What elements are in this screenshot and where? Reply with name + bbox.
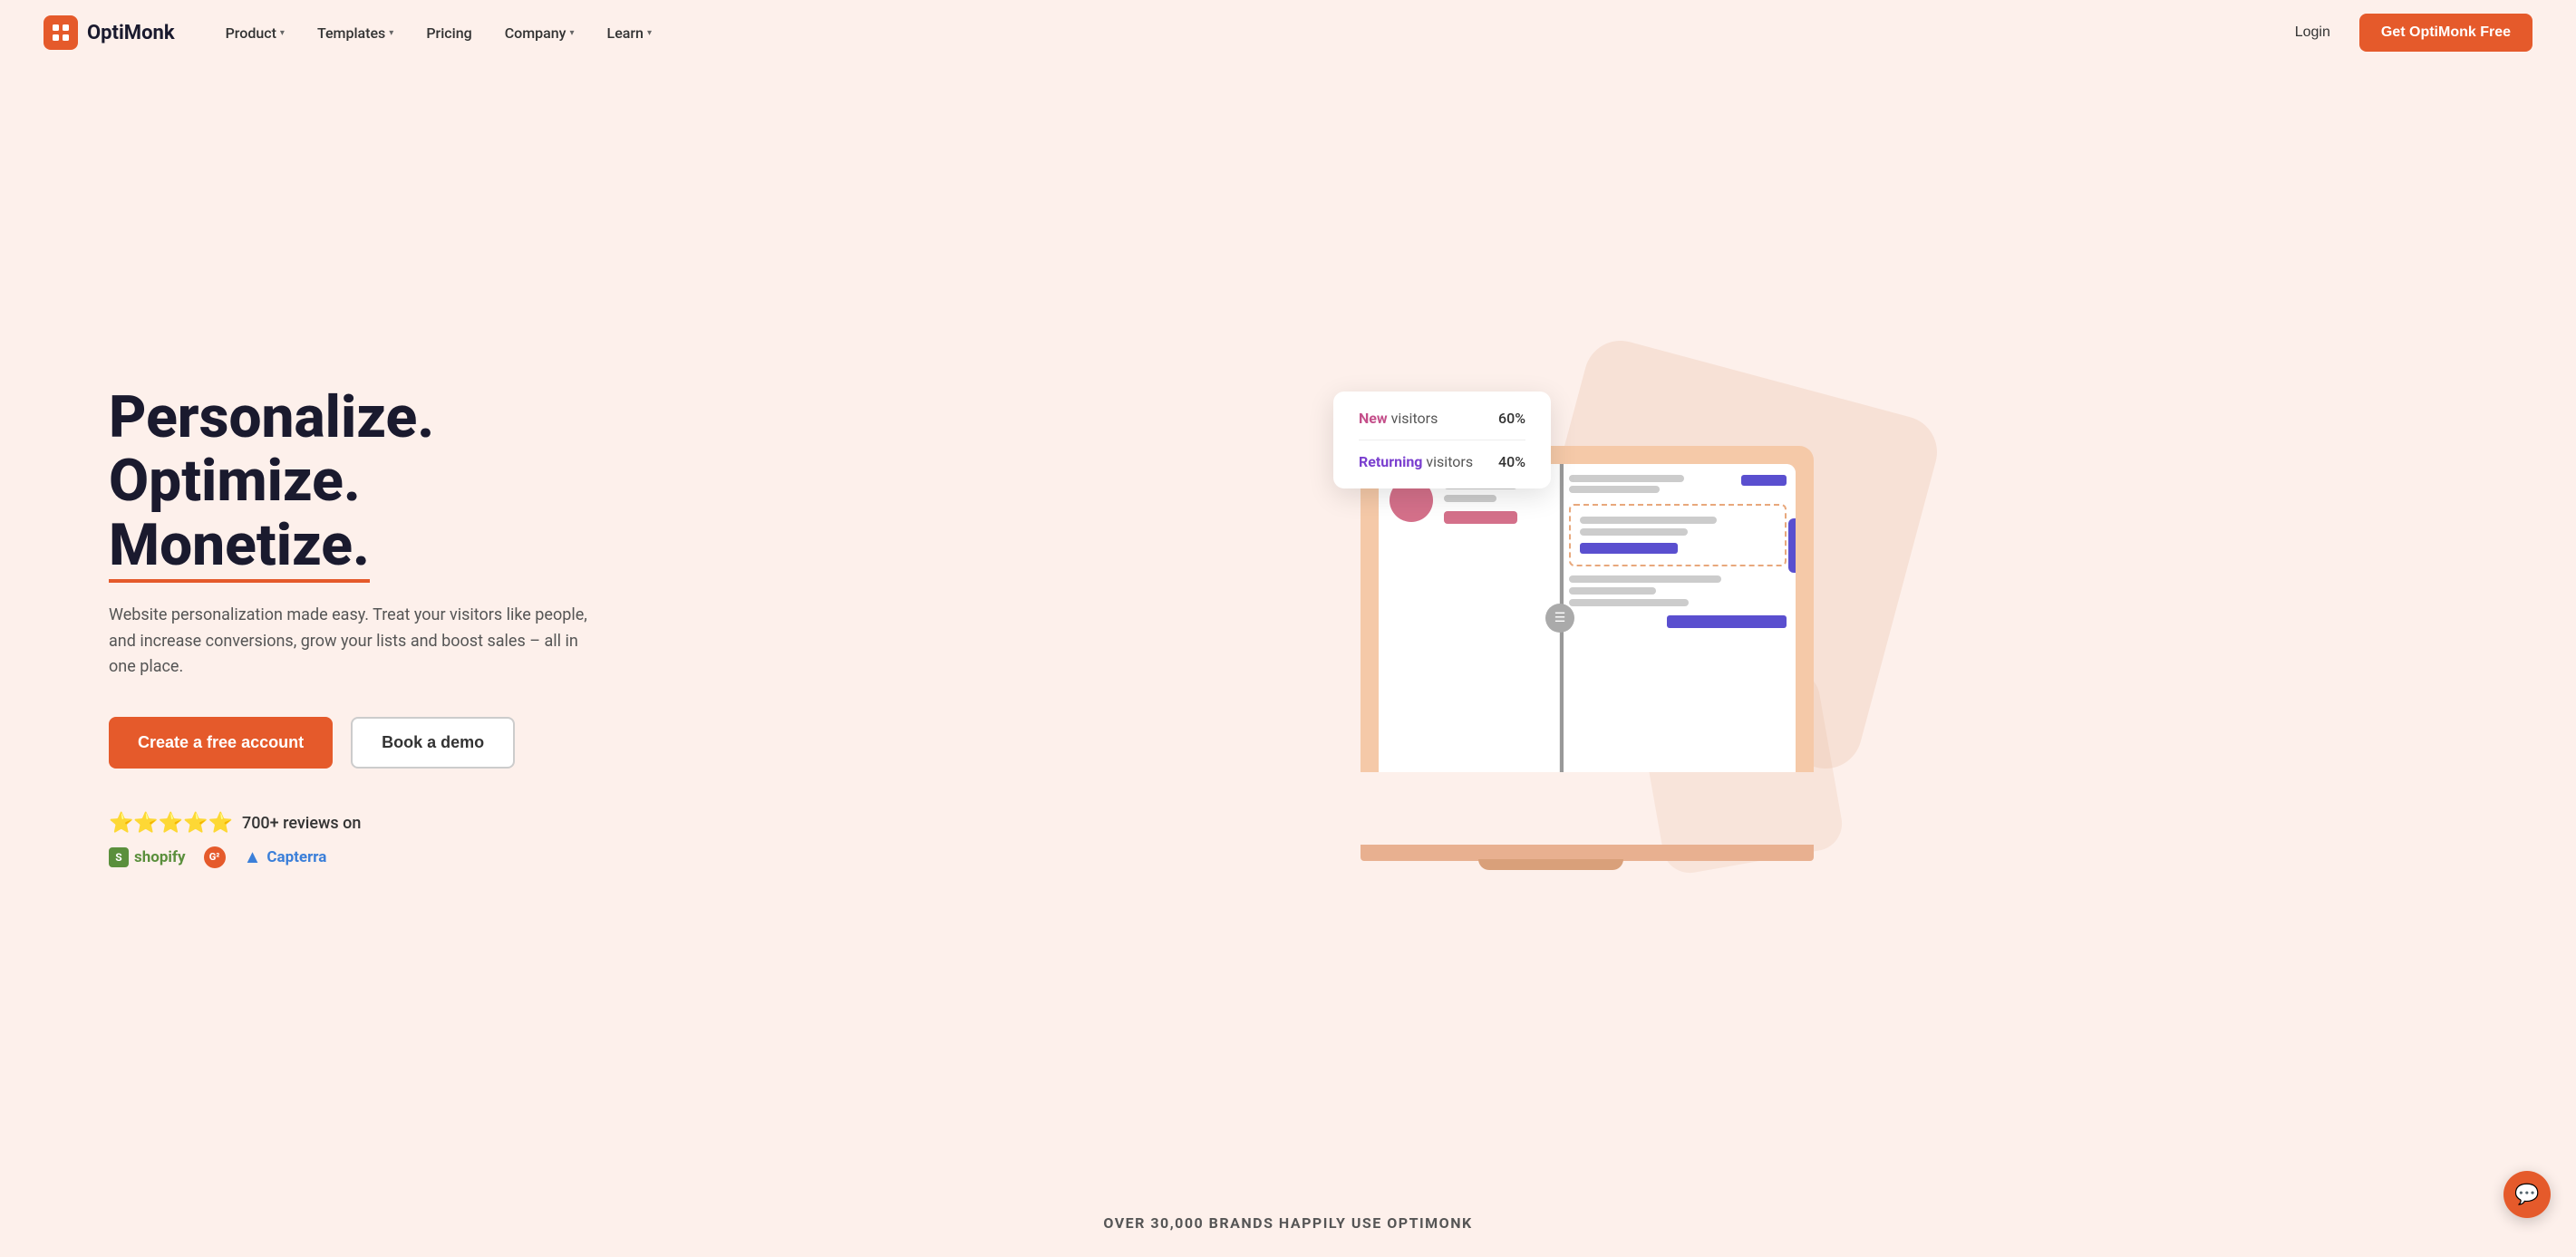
capterra-label: Capterra — [266, 848, 326, 866]
bottom-line-2 — [1569, 587, 1656, 595]
stats-new-value: 60% — [1498, 410, 1525, 427]
pink-btn — [1444, 511, 1517, 524]
header-line-2 — [1569, 486, 1660, 493]
logo-icon — [44, 15, 78, 50]
header-lines — [1569, 475, 1734, 493]
stats-row-new: New visitors 60% — [1359, 410, 1525, 427]
hero-title: Personalize. Optimize. Monetize. — [109, 386, 671, 577]
capterra-icon: ▲ — [244, 846, 262, 868]
divider-circle-icon — [1545, 604, 1574, 633]
bottom-section-lines — [1569, 575, 1787, 606]
hero-subtitle: Website personalization made easy. Treat… — [109, 603, 598, 681]
hero-right: New visitors 60% Returning visitors 40% — [671, 410, 2503, 845]
brand-name: OptiMonk — [87, 22, 175, 44]
stats-new-label: New visitors — [1359, 410, 1438, 427]
laptop-foot — [1478, 859, 1623, 870]
dashed-lines — [1580, 517, 1776, 536]
nav-item-product[interactable]: Product ▾ — [211, 17, 299, 49]
get-optimonk-free-button[interactable]: Get OptiMonk Free — [2359, 14, 2532, 52]
g2-badge[interactable]: G² — [204, 846, 226, 868]
stats-returning-value: 40% — [1498, 453, 1525, 470]
chat-icon: 💬 — [2514, 1184, 2539, 1206]
chevron-down-icon: ▾ — [389, 28, 393, 38]
bottom-bar: OVER 30,000 BRANDS HAPPILY USE OPTIMONK — [0, 1189, 2576, 1257]
hero-left: Personalize. Optimize. Monetize. Website… — [109, 386, 671, 869]
chevron-down-icon: ▾ — [647, 28, 652, 38]
nav-item-templates[interactable]: Templates ▾ — [303, 17, 408, 49]
purple-panel — [1788, 518, 1796, 573]
bottom-line-1 — [1569, 575, 1721, 583]
chevron-down-icon: ▾ — [570, 28, 575, 38]
dashed-box — [1569, 504, 1787, 566]
line-2 — [1444, 495, 1496, 502]
purple-btn-small — [1580, 543, 1678, 554]
laptop-screen — [1379, 464, 1796, 772]
dashed-line-1 — [1580, 517, 1717, 524]
stats-row-returning: Returning visitors 40% — [1359, 453, 1525, 470]
bottom-bar-text: OVER 30,000 BRANDS HAPPILY USE OPTIMONK — [25, 1214, 2551, 1232]
book-demo-button[interactable]: Book a demo — [351, 717, 515, 769]
dashed-line-2 — [1580, 528, 1688, 536]
vertical-divider — [1560, 464, 1564, 772]
hero-section: Personalize. Optimize. Monetize. Website… — [0, 65, 2576, 1189]
platforms-row: S shopify G² ▲ Capterra — [109, 846, 671, 868]
shopify-icon: S — [109, 847, 129, 867]
chat-button[interactable]: 💬 — [2503, 1171, 2551, 1218]
laptop-illustration — [1361, 446, 1814, 772]
stars-row: ⭐⭐⭐⭐⭐ 700+ reviews on — [109, 812, 671, 835]
create-free-account-button[interactable]: Create a free account — [109, 717, 333, 769]
nav-actions: Login Get OptiMonk Free — [2281, 14, 2532, 52]
review-count-text: 700+ reviews on — [242, 814, 361, 833]
nav-links: Product ▾ Templates ▾ Pricing Company ▾ … — [211, 17, 2281, 49]
bottom-line-3 — [1569, 599, 1689, 606]
logo-link[interactable]: OptiMonk — [44, 15, 175, 50]
shopify-label: shopify — [134, 848, 186, 866]
nav-item-company[interactable]: Company ▾ — [490, 17, 589, 49]
nav-item-learn[interactable]: Learn ▾ — [593, 17, 666, 49]
laptop-right-pane — [1560, 464, 1796, 772]
capterra-badge[interactable]: ▲ Capterra — [244, 846, 327, 868]
header-line-1 — [1569, 475, 1684, 482]
g2-icon: G² — [204, 846, 226, 868]
navbar: OptiMonk Product ▾ Templates ▾ Pricing C… — [0, 0, 2576, 65]
right-header — [1569, 475, 1787, 493]
purple-rect-top — [1741, 475, 1787, 486]
shopify-badge[interactable]: S shopify — [109, 847, 186, 867]
nav-item-pricing[interactable]: Pricing — [412, 17, 486, 49]
login-button[interactable]: Login — [2281, 17, 2345, 48]
laptop-left-pane — [1379, 464, 1560, 772]
star-icons: ⭐⭐⭐⭐⭐ — [109, 812, 233, 835]
chevron-down-icon: ▾ — [280, 28, 285, 38]
reviews-section: ⭐⭐⭐⭐⭐ 700+ reviews on S shopify G² ▲ Cap… — [109, 812, 671, 868]
logo-svg — [51, 23, 71, 43]
purple-bottom-btn — [1667, 615, 1787, 628]
stats-returning-label: Returning visitors — [1359, 453, 1473, 470]
hero-buttons: Create a free account Book a demo — [109, 717, 671, 769]
stats-card: New visitors 60% Returning visitors 40% — [1333, 392, 1551, 488]
illustration: New visitors 60% Returning visitors 40% — [1324, 410, 1850, 845]
